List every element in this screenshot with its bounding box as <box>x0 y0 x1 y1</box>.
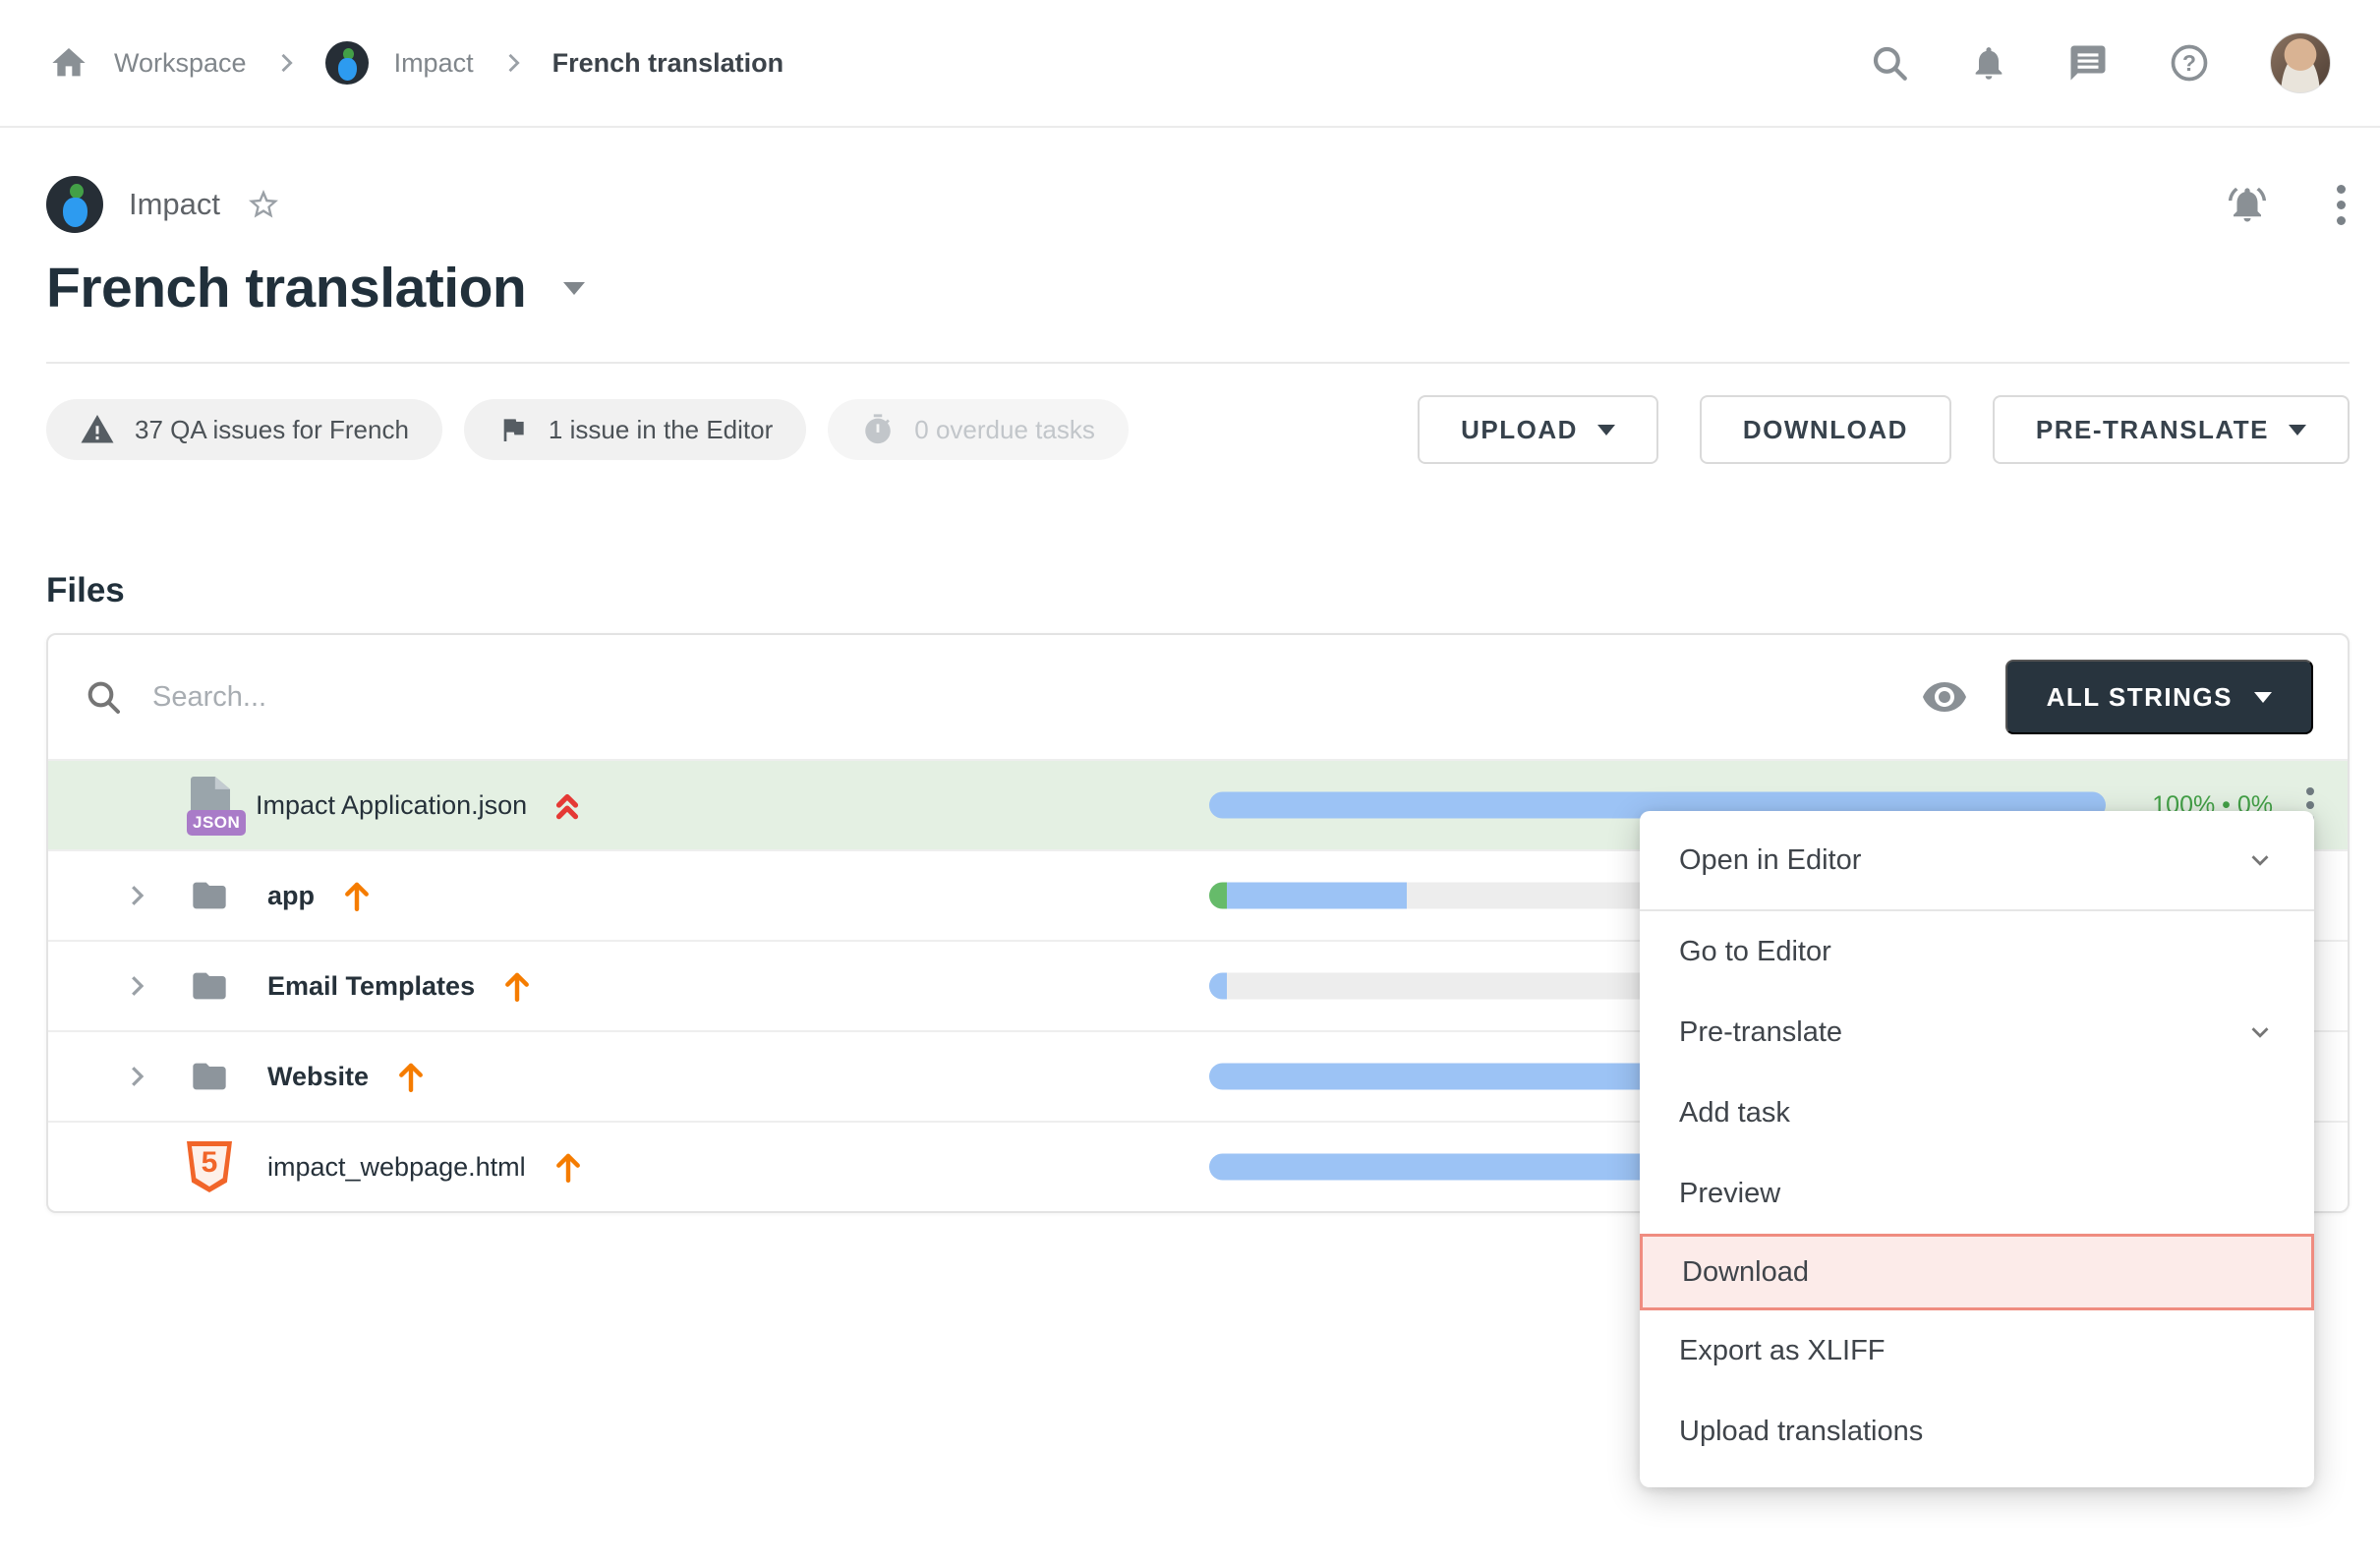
progress-translated <box>1209 973 1227 1000</box>
chevron-right-icon[interactable] <box>122 971 187 1001</box>
user-avatar[interactable] <box>2270 32 2331 93</box>
priority-high-icon <box>500 968 534 1004</box>
folder-icon <box>187 876 248 915</box>
priority-high-icon <box>340 878 374 913</box>
all-strings-label: ALL STRINGS <box>2047 682 2233 713</box>
menu-item-export-as-xliff[interactable]: Export as XLIFF <box>1640 1310 2314 1391</box>
progress-translated <box>1227 883 1406 909</box>
project-logo <box>325 41 369 85</box>
project-header: Impact French translation <box>0 128 2380 364</box>
menu-item-label: Export as XLIFF <box>1679 1335 1886 1367</box>
header-divider <box>46 362 2350 364</box>
html-file-icon: 5 <box>187 1141 248 1192</box>
menu-item-label: Pre-translate <box>1679 1016 1842 1049</box>
eye-preview-icon[interactable] <box>1921 673 1968 721</box>
project-menu-kebab-icon[interactable] <box>2333 181 2350 229</box>
stopwatch-icon <box>861 413 895 446</box>
file-context-menu: Open in Editor Go to Editor Pre-translat… <box>1640 811 2314 1487</box>
menu-item-label: Preview <box>1679 1178 1780 1210</box>
download-button[interactable]: DOWNLOAD <box>1700 395 1951 464</box>
html-badge-label: 5 <box>187 1141 232 1192</box>
pre-translate-label: PRE-TRANSLATE <box>2036 415 2269 445</box>
title-dropdown-caret-icon[interactable] <box>563 282 585 295</box>
folder-name[interactable]: app <box>267 881 315 911</box>
priority-high-icon <box>394 1059 428 1094</box>
breadcrumb: Workspace Impact French translation <box>49 41 784 85</box>
star-favorite-icon[interactable] <box>246 187 281 222</box>
caret-down-icon <box>2254 692 2272 703</box>
project-logo-large[interactable] <box>46 176 103 233</box>
qa-issues-badge[interactable]: 37 QA issues for French <box>46 399 442 460</box>
caret-down-icon <box>1597 425 1615 435</box>
priority-highest-icon <box>552 786 582 824</box>
menu-item-upload-translations[interactable]: Upload translations <box>1640 1391 2314 1472</box>
menu-item-open-in-editor[interactable]: Open in Editor <box>1640 811 2314 911</box>
menu-item-pre-translate[interactable]: Pre-translate <box>1640 992 2314 1072</box>
page-title: French translation <box>46 256 526 320</box>
menu-item-label: Go to Editor <box>1679 936 1831 968</box>
menu-item-label: Download <box>1682 1256 1809 1289</box>
qa-issues-label: 37 QA issues for French <box>135 415 409 445</box>
overdue-tasks-label: 0 overdue tasks <box>914 415 1095 445</box>
chevron-right-icon[interactable] <box>122 881 187 910</box>
home-icon[interactable] <box>49 43 88 83</box>
editor-issues-label: 1 issue in the Editor <box>549 415 773 445</box>
upload-label: UPLOAD <box>1461 415 1578 445</box>
json-file-icon: JSON <box>187 777 236 834</box>
topbar-actions: ? <box>1869 32 2331 93</box>
files-search-input[interactable] <box>152 681 1891 714</box>
download-label: DOWNLOAD <box>1743 415 1908 445</box>
help-icon[interactable]: ? <box>2168 41 2211 85</box>
upload-button[interactable]: UPLOAD <box>1418 395 1658 464</box>
chat-icon[interactable] <box>2067 42 2109 84</box>
search-icon[interactable] <box>1869 42 1910 84</box>
topbar: Workspace Impact French translation ? <box>0 0 2380 128</box>
caret-down-icon <box>2289 425 2306 435</box>
flag-icon <box>497 414 529 445</box>
menu-item-preview[interactable]: Preview <box>1640 1153 2314 1234</box>
menu-item-label: Add task <box>1679 1097 1790 1130</box>
editor-issues-badge[interactable]: 1 issue in the Editor <box>464 399 806 460</box>
folder-icon <box>187 966 248 1006</box>
pre-translate-button[interactable]: PRE-TRANSLATE <box>1993 395 2350 464</box>
menu-item-download[interactable]: Download <box>1640 1234 2314 1310</box>
breadcrumb-separator-icon <box>272 49 300 77</box>
chevron-down-icon <box>2245 845 2275 875</box>
menu-item-go-to-editor[interactable]: Go to Editor <box>1640 911 2314 992</box>
menu-item-add-task[interactable]: Add task <box>1640 1072 2314 1153</box>
action-buttons: UPLOAD DOWNLOAD PRE-TRANSLATE <box>1418 395 2350 464</box>
files-section-title: Files <box>46 570 2380 611</box>
status-and-actions: 37 QA issues for French 1 issue in the E… <box>46 395 2350 464</box>
breadcrumb-separator-icon <box>499 49 527 77</box>
chevron-down-icon <box>2245 1017 2275 1047</box>
overdue-tasks-badge[interactable]: 0 overdue tasks <box>828 399 1129 460</box>
priority-high-icon <box>551 1149 585 1185</box>
menu-item-label: Upload translations <box>1679 1416 1923 1448</box>
breadcrumb-current: French translation <box>552 48 784 79</box>
project-name[interactable]: Impact <box>129 187 220 222</box>
menu-item-label: Open in Editor <box>1679 844 1861 877</box>
chevron-right-icon[interactable] <box>122 1062 187 1091</box>
progress-approved <box>1209 883 1227 909</box>
search-icon <box>84 677 123 717</box>
notifications-bell-icon[interactable] <box>1969 43 2008 83</box>
folder-name[interactable]: Website <box>267 1062 369 1092</box>
breadcrumb-project[interactable]: Impact <box>394 48 474 79</box>
svg-text:?: ? <box>2182 50 2196 76</box>
file-name[interactable]: Impact Application.json <box>256 790 527 821</box>
folder-name[interactable]: Email Templates <box>267 971 475 1002</box>
notifications-active-icon[interactable] <box>2227 184 2268 225</box>
json-badge-label: JSON <box>187 810 246 836</box>
files-search-row: ALL STRINGS <box>48 635 2348 759</box>
warning-triangle-icon <box>80 412 115 447</box>
file-name[interactable]: impact_webpage.html <box>267 1152 526 1183</box>
all-strings-filter-button[interactable]: ALL STRINGS <box>2005 660 2313 734</box>
breadcrumb-workspace[interactable]: Workspace <box>114 48 247 79</box>
folder-icon <box>187 1057 248 1096</box>
status-badges: 37 QA issues for French 1 issue in the E… <box>46 399 1129 460</box>
